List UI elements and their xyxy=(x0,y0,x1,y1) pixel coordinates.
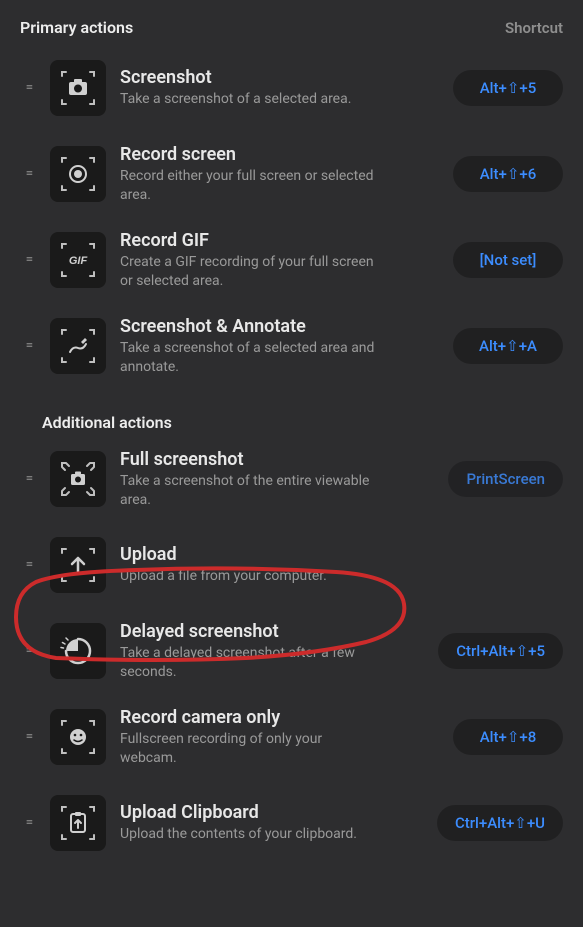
annotate-icon xyxy=(50,318,106,374)
action-text: Record screenRecord either your full scr… xyxy=(120,144,453,205)
action-text: Full screenshotTake a screenshot of the … xyxy=(120,449,448,510)
action-row[interactable]: = Upload Clipboard Upload the contents of… xyxy=(20,780,563,866)
action-title: Upload Clipboard xyxy=(120,802,429,823)
camera-only-icon xyxy=(50,709,106,765)
shortcut-button[interactable]: PrintScreen xyxy=(448,461,563,497)
record-screen-icon xyxy=(50,146,106,202)
action-text: Upload Upload a file from your computer. xyxy=(120,544,453,586)
drag-handle-icon[interactable]: = xyxy=(20,83,40,93)
shortcut-button[interactable]: Alt+⇧+5 xyxy=(453,70,563,106)
action-row[interactable]: = Delayed screenshotTake a delayed scree… xyxy=(20,608,563,694)
action-title: Screenshot xyxy=(120,67,445,88)
action-row[interactable]: = Screenshot & AnnotateTake a screenshot… xyxy=(20,303,563,389)
header-row: Primary actions Shortcut xyxy=(20,18,563,37)
drag-handle-icon[interactable]: = xyxy=(20,818,40,828)
drag-handle-icon[interactable]: = xyxy=(20,169,40,179)
action-text: Record camera onlyFullscreen recording o… xyxy=(120,707,453,768)
shortcut-button[interactable]: Ctrl+Alt+⇧+5 xyxy=(438,633,563,669)
shortcut-button[interactable]: [Not set] xyxy=(453,242,563,278)
drag-handle-icon[interactable]: = xyxy=(20,560,40,570)
action-description: Take a delayed screenshot after a few se… xyxy=(120,644,380,682)
action-text: Record GIFCreate a GIF recording of your… xyxy=(120,230,453,291)
drag-handle-icon[interactable]: = xyxy=(20,732,40,742)
action-description: Upload a file from your computer. xyxy=(120,567,380,586)
upload-clipboard-icon xyxy=(50,795,106,851)
action-row[interactable]: = Upload Upload a file from your computer… xyxy=(20,522,563,608)
action-description: Take a screenshot of a selected area. xyxy=(120,90,380,109)
action-title: Screenshot & Annotate xyxy=(120,316,445,337)
action-title: Delayed screenshot xyxy=(120,621,430,642)
shortcut-button[interactable]: Alt+⇧+6 xyxy=(453,156,563,192)
gif-icon: GIF xyxy=(50,232,106,288)
action-title: Upload xyxy=(120,544,445,565)
shortcut-button[interactable]: Ctrl+Alt+⇧+U xyxy=(437,805,563,841)
action-title: Record camera only xyxy=(120,707,445,728)
svg-text:GIF: GIF xyxy=(69,255,88,267)
shortcut-button[interactable]: Alt+⇧+A xyxy=(453,328,563,364)
camera-icon xyxy=(50,60,106,116)
action-text: Screenshot Take a screenshot of a selecte… xyxy=(120,67,453,109)
action-description: Upload the contents of your clipboard. xyxy=(120,825,380,844)
action-row[interactable]: = Full screenshotTake a screenshot of th… xyxy=(20,436,563,522)
action-text: Screenshot & AnnotateTake a screenshot o… xyxy=(120,316,453,377)
action-row[interactable]: = Record camera onlyFullscreen recording… xyxy=(20,694,563,780)
action-description: Create a GIF recording of your full scre… xyxy=(120,253,380,291)
action-description: Take a screenshot of the entire viewable… xyxy=(120,472,380,510)
primary-actions-heading: Primary actions xyxy=(20,18,133,37)
drag-handle-icon[interactable]: = xyxy=(20,474,40,484)
action-description: Record either your full screen or select… xyxy=(120,167,380,205)
shortcut-button[interactable]: Alt+⇧+8 xyxy=(453,719,563,755)
action-title: Record screen xyxy=(120,144,445,165)
action-title: Full screenshot xyxy=(120,449,440,470)
action-row[interactable]: = GIF Record GIFCreate a GIF recording o… xyxy=(20,217,563,303)
action-row[interactable]: = Record screenRecord either your full s… xyxy=(20,131,563,217)
action-text: Delayed screenshotTake a delayed screens… xyxy=(120,621,438,682)
shortcut-button[interactable] xyxy=(453,556,563,574)
action-title: Record GIF xyxy=(120,230,445,251)
action-description: Take a screenshot of a selected area and… xyxy=(120,339,380,377)
upload-icon xyxy=(50,537,106,593)
shortcut-column-heading: Shortcut xyxy=(505,19,563,37)
action-description: Fullscreen recording of only your webcam… xyxy=(120,730,380,768)
drag-handle-icon[interactable]: = xyxy=(20,646,40,656)
drag-handle-icon[interactable]: = xyxy=(20,341,40,351)
additional-actions-heading: Additional actions xyxy=(42,413,563,432)
full-screenshot-icon xyxy=(50,451,106,507)
primary-actions-list: = Screenshot Take a screenshot of a selec… xyxy=(20,45,563,389)
additional-actions-list: = Full screenshotTake a screenshot of th… xyxy=(20,436,563,866)
delayed-icon xyxy=(50,623,106,679)
action-row[interactable]: = Screenshot Take a screenshot of a selec… xyxy=(20,45,563,131)
action-text: Upload Clipboard Upload the contents of y… xyxy=(120,802,437,844)
drag-handle-icon[interactable]: = xyxy=(20,255,40,265)
